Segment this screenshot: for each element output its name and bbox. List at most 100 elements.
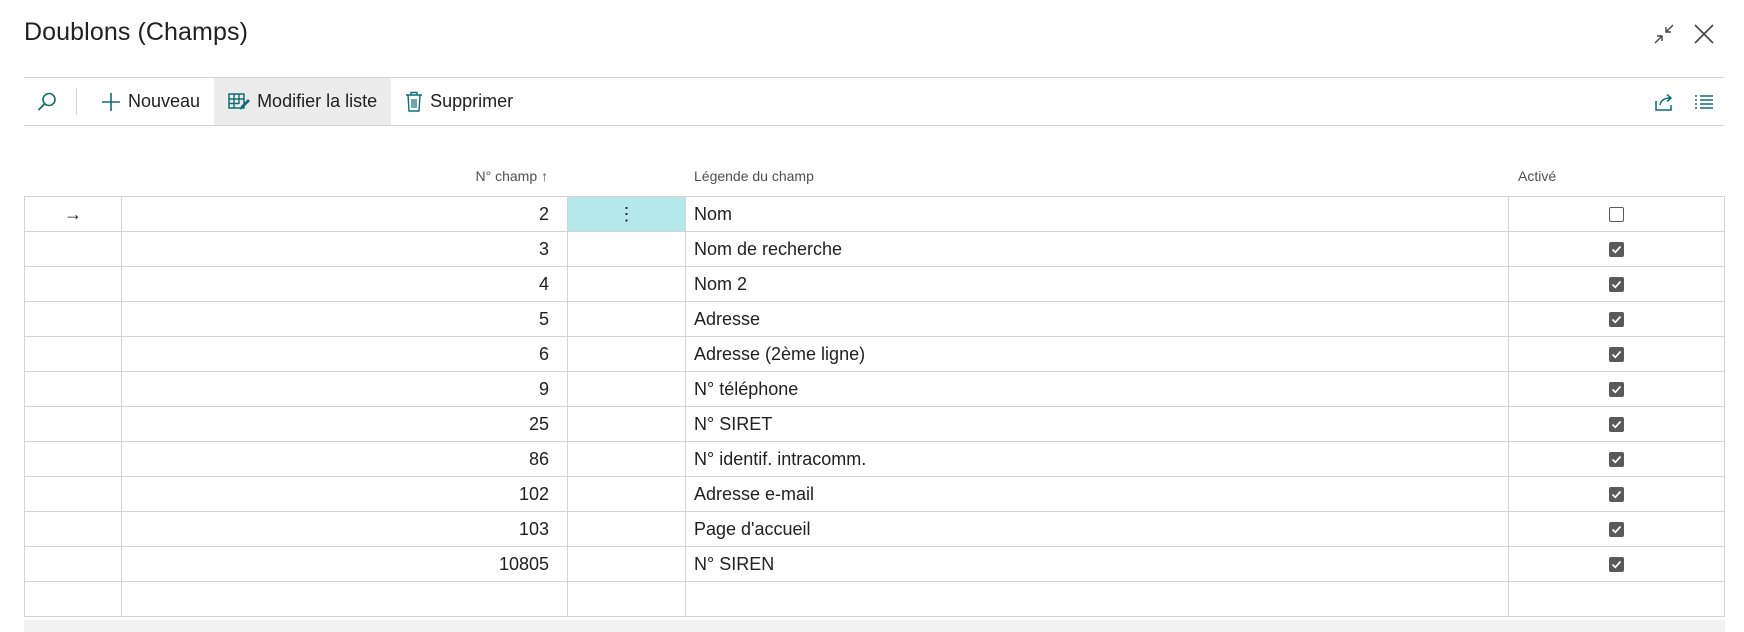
enabled-checkbox[interactable] [1609, 451, 1624, 467]
more-options-icon: ⋮ [617, 203, 636, 224]
enabled-cell [1509, 267, 1724, 301]
column-header-caption[interactable]: Légende du champ [694, 168, 814, 184]
plus-icon [102, 92, 120, 111]
edit-list-icon [228, 92, 251, 110]
enabled-checkbox[interactable] [1609, 556, 1624, 572]
share-button[interactable] [1646, 78, 1682, 125]
checkmark-icon [1611, 525, 1622, 534]
checkmark-icon [1611, 455, 1622, 464]
field-no-cell[interactable]: 5 [122, 302, 568, 336]
caption-cell[interactable]: Page d'accueil [686, 512, 1509, 546]
table-row[interactable]: 6 Adresse (2ème ligne) [25, 337, 1724, 372]
enabled-checkbox[interactable] [1609, 381, 1624, 397]
caption-cell[interactable]: N° identif. intracomm. [686, 442, 1509, 476]
caption-cell[interactable] [686, 582, 1509, 616]
caption-cell[interactable]: N° SIRET [686, 407, 1509, 441]
row-actions-button[interactable]: ⋮ [568, 197, 686, 231]
enabled-cell [1509, 547, 1724, 581]
table-row[interactable]: 103 Page d'accueil [25, 512, 1724, 547]
field-no-cell[interactable] [122, 582, 568, 616]
share-icon [1655, 93, 1673, 111]
checkmark-icon [1611, 350, 1622, 359]
field-no-cell[interactable]: 6 [122, 337, 568, 371]
checkmark-icon [1611, 385, 1622, 394]
caption-cell[interactable]: Nom [686, 197, 1509, 231]
field-no-cell[interactable]: 103 [122, 512, 568, 546]
table-row[interactable]: 86 N° identif. intracomm. [25, 442, 1724, 477]
row-indicator [25, 302, 122, 336]
caption-cell[interactable]: Adresse (2ème ligne) [686, 337, 1509, 371]
column-header-enabled[interactable]: Activé [1518, 168, 1556, 184]
table-row[interactable]: 3 Nom de recherche [25, 232, 1724, 267]
table-row[interactable]: 9 N° téléphone [25, 372, 1724, 407]
row-indicator [25, 407, 122, 441]
table-row[interactable]: 25 N° SIRET [25, 407, 1724, 442]
row-actions-cell[interactable] [568, 232, 686, 266]
enabled-checkbox[interactable] [1609, 486, 1624, 502]
close-button[interactable] [1690, 20, 1718, 48]
new-button[interactable]: Nouveau [77, 78, 214, 125]
enabled-cell [1509, 477, 1724, 511]
caption-cell[interactable]: Adresse [686, 302, 1509, 336]
caption-cell[interactable]: N° SIREN [686, 547, 1509, 581]
edit-list-button[interactable]: Modifier la liste [214, 78, 392, 125]
caption-cell[interactable]: Nom de recherche [686, 232, 1509, 266]
row-actions-cell[interactable] [568, 477, 686, 511]
enabled-checkbox[interactable] [1609, 346, 1624, 362]
caption-cell[interactable]: Nom 2 [686, 267, 1509, 301]
enabled-checkbox[interactable] [1609, 311, 1624, 327]
table-row[interactable]: 4 Nom 2 [25, 267, 1724, 302]
list-view-button[interactable] [1686, 78, 1722, 125]
fields-table: → 2 ⋮ Nom 3 Nom de recherche 4 Nom 2 5 A… [24, 196, 1725, 617]
checkmark-icon [1611, 490, 1622, 499]
table-row[interactable]: → 2 ⋮ Nom [25, 197, 1724, 232]
enabled-checkbox[interactable] [1609, 241, 1624, 257]
enabled-cell [1509, 197, 1724, 231]
enabled-checkbox[interactable] [1609, 206, 1624, 222]
field-no-cell[interactable]: 2 [122, 197, 568, 231]
enabled-checkbox[interactable] [1609, 416, 1624, 432]
row-actions-cell[interactable] [568, 302, 686, 336]
row-actions-cell[interactable] [568, 407, 686, 441]
caption-cell[interactable]: N° téléphone [686, 372, 1509, 406]
list-view-icon [1695, 94, 1713, 109]
search-button[interactable] [24, 78, 76, 125]
collapse-button[interactable] [1650, 20, 1678, 48]
current-row-indicator: → [25, 197, 122, 231]
enabled-cell [1509, 302, 1724, 336]
row-actions-cell[interactable] [568, 512, 686, 546]
enabled-cell [1509, 372, 1724, 406]
field-no-cell[interactable]: 25 [122, 407, 568, 441]
field-no-cell[interactable]: 102 [122, 477, 568, 511]
caption-cell[interactable]: Adresse e-mail [686, 477, 1509, 511]
enabled-checkbox[interactable] [1609, 521, 1624, 537]
checkmark-icon [1611, 420, 1622, 429]
field-no-cell[interactable]: 3 [122, 232, 568, 266]
row-actions-cell[interactable] [568, 267, 686, 301]
enabled-cell [1509, 512, 1724, 546]
field-no-cell[interactable]: 10805 [122, 547, 568, 581]
field-no-cell[interactable]: 86 [122, 442, 568, 476]
field-no-cell[interactable]: 4 [122, 267, 568, 301]
row-actions-cell[interactable] [568, 547, 686, 581]
collapse-icon [1654, 24, 1674, 44]
field-no-cell[interactable]: 9 [122, 372, 568, 406]
enabled-cell [1509, 337, 1724, 371]
table-row[interactable]: 10805 N° SIREN [25, 547, 1724, 582]
column-header-field-no[interactable]: N° champ ↑ [420, 168, 548, 184]
row-indicator [25, 582, 122, 616]
enabled-cell [1509, 442, 1724, 476]
enabled-cell [1509, 232, 1724, 266]
table-row[interactable]: 102 Adresse e-mail [25, 477, 1724, 512]
delete-button[interactable]: Supprimer [391, 78, 527, 125]
horizontal-scrollbar[interactable] [24, 620, 1725, 632]
row-actions-cell[interactable] [568, 582, 686, 616]
enabled-checkbox[interactable] [1609, 276, 1624, 292]
row-actions-cell[interactable] [568, 442, 686, 476]
row-indicator [25, 267, 122, 301]
new-entry-row[interactable] [25, 582, 1724, 617]
row-actions-cell[interactable] [568, 337, 686, 371]
row-actions-cell[interactable] [568, 372, 686, 406]
checkmark-icon [1611, 280, 1622, 289]
table-row[interactable]: 5 Adresse [25, 302, 1724, 337]
